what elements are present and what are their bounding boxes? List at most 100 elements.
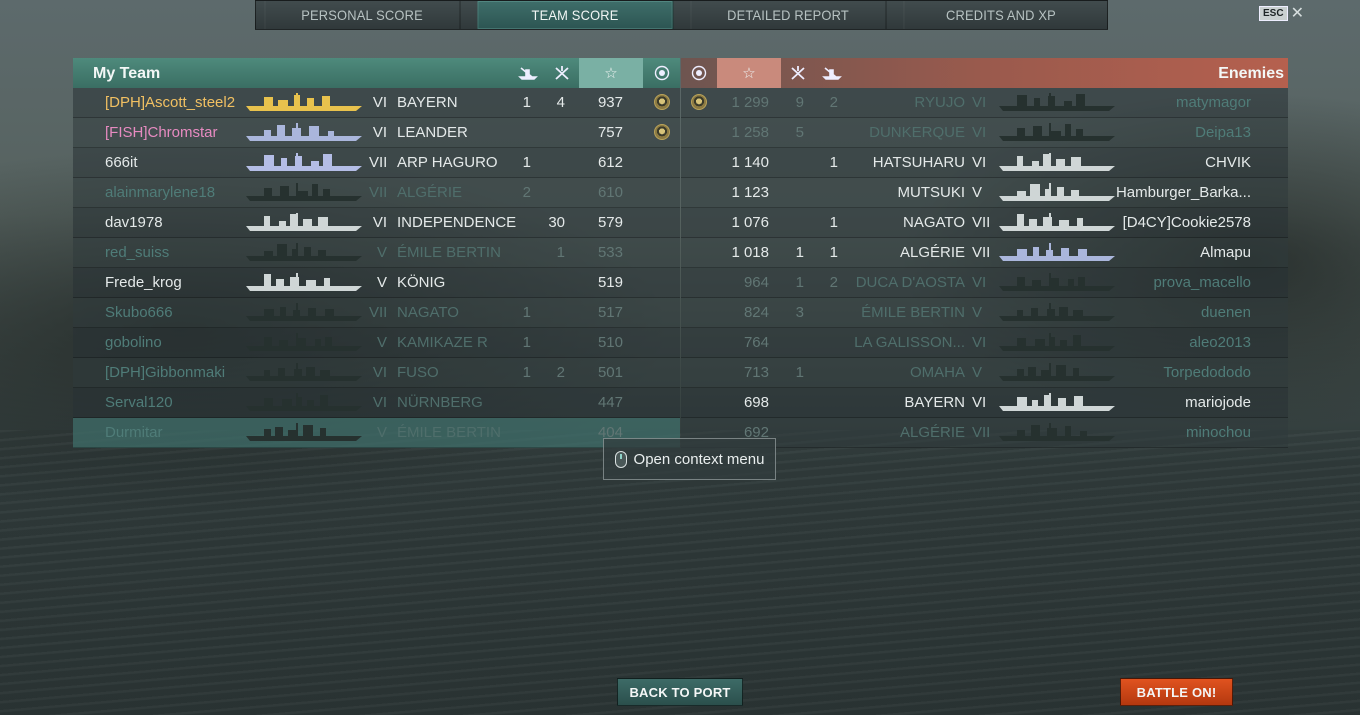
score-value: 937 [597,94,623,111]
enemies-header: ☆ Enemies [681,58,1288,88]
planes-destroyed-count: 30 [548,214,565,231]
esc-close-control[interactable]: ESC ✕ [1259,5,1304,21]
star-icon[interactable]: ☆ [579,58,643,88]
player-name[interactable]: prova_macello [1153,274,1251,291]
player-name[interactable]: Hamburger_Barka... [1116,184,1251,201]
player-row[interactable]: 1 299 9 2 RYUJO VI matymagor [681,88,1288,118]
ship-tier: VI [372,94,387,111]
player-name[interactable]: minochou [1186,424,1251,441]
battle-button[interactable]: BATTLE ON! [1120,678,1233,706]
ships-destroyed-icon[interactable] [511,58,545,88]
player-name[interactable]: mariojode [1185,394,1251,411]
ship-silhouette-icon [244,182,364,202]
medal-icon[interactable] [643,58,680,88]
tab-credits-and-xp[interactable]: CREDITS AND XP [903,1,1098,29]
ship-tier: VII [972,244,991,261]
player-row[interactable]: [DPH]Ascott_steel2 VI BAYERN 1 4 937 [73,88,680,118]
player-name[interactable]: [D4CY]Cookie2578 [1123,214,1251,231]
player-name[interactable]: Durmitar [105,424,163,441]
player-name[interactable]: [DPH]Ascott_steel2 [105,94,235,111]
ship-silhouette-icon [244,92,364,112]
ship-tier: V [972,304,983,321]
player-name[interactable]: red_suiss [105,244,169,261]
player-row[interactable]: 1 018 1 1 ALGÉRIE VII Almapu [681,238,1288,268]
back-to-port-button[interactable]: BACK TO PORT [617,678,743,706]
player-name[interactable]: Serval120 [105,394,173,411]
ship-name: LEANDER [397,124,468,141]
player-name[interactable]: Torpedododo [1163,364,1251,381]
ship-tier: VI [972,154,987,171]
ships-destroyed-count: 1 [522,334,531,351]
player-name[interactable]: duenen [1201,304,1251,321]
open-context-menu-hint[interactable]: Open context menu [603,438,776,480]
player-row[interactable]: Frede_krog V KÖNIG 519 [73,268,680,298]
ship-tier: VI [972,334,987,351]
player-row[interactable]: [FISH]Chromstar VI LEANDER 757 [73,118,680,148]
ship-tier: VII [972,424,991,441]
player-row[interactable]: 1 140 1 HATSUHARU VI CHVIK [681,148,1288,178]
ship-silhouette-icon [244,362,364,382]
player-row[interactable]: red_suiss V ÉMILE BERTIN 1 533 [73,238,680,268]
player-name[interactable]: CHVIK [1205,154,1251,171]
ship-silhouette-icon [244,272,364,292]
planes-destroyed-icon[interactable] [781,58,815,88]
ships-destroyed-count: 2 [829,94,838,111]
ship-tier: V [376,244,387,261]
ship-name: KAMIKAZE R [397,334,488,351]
ship-name: OMAHA [909,364,965,381]
ship-silhouette-icon [244,422,364,442]
player-row[interactable]: gobolino V KAMIKAZE R 1 510 [73,328,680,358]
player-name[interactable]: Skubo666 [105,304,173,321]
ship-name: BAYERN [397,94,458,111]
player-row[interactable]: Durmitar V ÉMILE BERTIN 404 [73,418,680,448]
enemies-title: Enemies [1218,65,1284,82]
ship-name: NÜRNBERG [397,394,483,411]
ship-name: NAGATO [903,214,965,231]
player-row[interactable]: 1 258 5 DUNKERQUE VI Deipa13 [681,118,1288,148]
player-row[interactable]: 698 BAYERN VI mariojode [681,388,1288,418]
player-row[interactable]: alainmarylene18 VII ALGÉRIE 2 610 [73,178,680,208]
tab-team-score[interactable]: TEAM SCORE [477,1,674,29]
ship-tier: VI [372,124,387,141]
planes-destroyed-icon[interactable] [545,58,579,88]
score-value: 824 [743,304,769,321]
player-name[interactable]: [DPH]Gibbonmaki [105,364,225,381]
tab-detailed-report[interactable]: DETAILED REPORT [691,1,887,29]
player-row[interactable]: 964 1 2 DUCA D'AOSTA VI prova_macello [681,268,1288,298]
player-row[interactable]: 1 123 MUTSUKI V Hamburger_Barka... [681,178,1288,208]
player-name[interactable]: Deipa13 [1195,124,1251,141]
player-name[interactable]: [FISH]Chromstar [105,124,218,141]
player-name[interactable]: dav1978 [105,214,163,231]
player-row[interactable]: 713 1 OMAHA V Torpedododo [681,358,1288,388]
ship-silhouette-icon [997,422,1117,442]
close-icon[interactable]: ✕ [1291,5,1304,21]
star-icon[interactable]: ☆ [717,58,781,88]
score-value: 510 [597,334,623,351]
score-value: 764 [743,334,769,351]
player-row[interactable]: Skubo666 VII NAGATO 1 517 [73,298,680,328]
ship-name: ARP HAGURO [397,154,498,171]
player-name[interactable]: Frede_krog [105,274,182,291]
player-name[interactable]: matymagor [1176,94,1251,111]
ship-tier: V [376,274,387,291]
player-name[interactable]: gobolino [105,334,162,351]
player-row[interactable]: Serval120 VI NÜRNBERG 447 [73,388,680,418]
player-row[interactable]: [DPH]Gibbonmaki VI FUSO 1 2 501 [73,358,680,388]
player-name[interactable]: 666it [105,154,138,171]
ships-destroyed-icon[interactable] [815,58,849,88]
player-row[interactable]: 1 076 1 NAGATO VII [D4CY]Cookie2578 [681,208,1288,238]
ship-silhouette-icon [997,392,1117,412]
medal-icon [654,124,670,140]
ship-silhouette-icon [244,122,364,142]
tab-personal-score[interactable]: PERSONAL SCORE [265,1,461,29]
ship-silhouette-icon [997,212,1117,232]
player-row[interactable]: dav1978 VI INDEPENDENCE 30 579 [73,208,680,238]
player-row[interactable]: 764 LA GALISSON... VI aleo2013 [681,328,1288,358]
player-row[interactable]: 666it VII ARP HAGURO 1 612 [73,148,680,178]
ship-name: ALGÉRIE [397,184,463,201]
medal-icon[interactable] [681,58,717,88]
player-name[interactable]: Almapu [1200,244,1251,261]
player-name[interactable]: aleo2013 [1189,334,1251,351]
player-row[interactable]: 824 3 ÉMILE BERTIN V duenen [681,298,1288,328]
player-name[interactable]: alainmarylene18 [105,184,215,201]
